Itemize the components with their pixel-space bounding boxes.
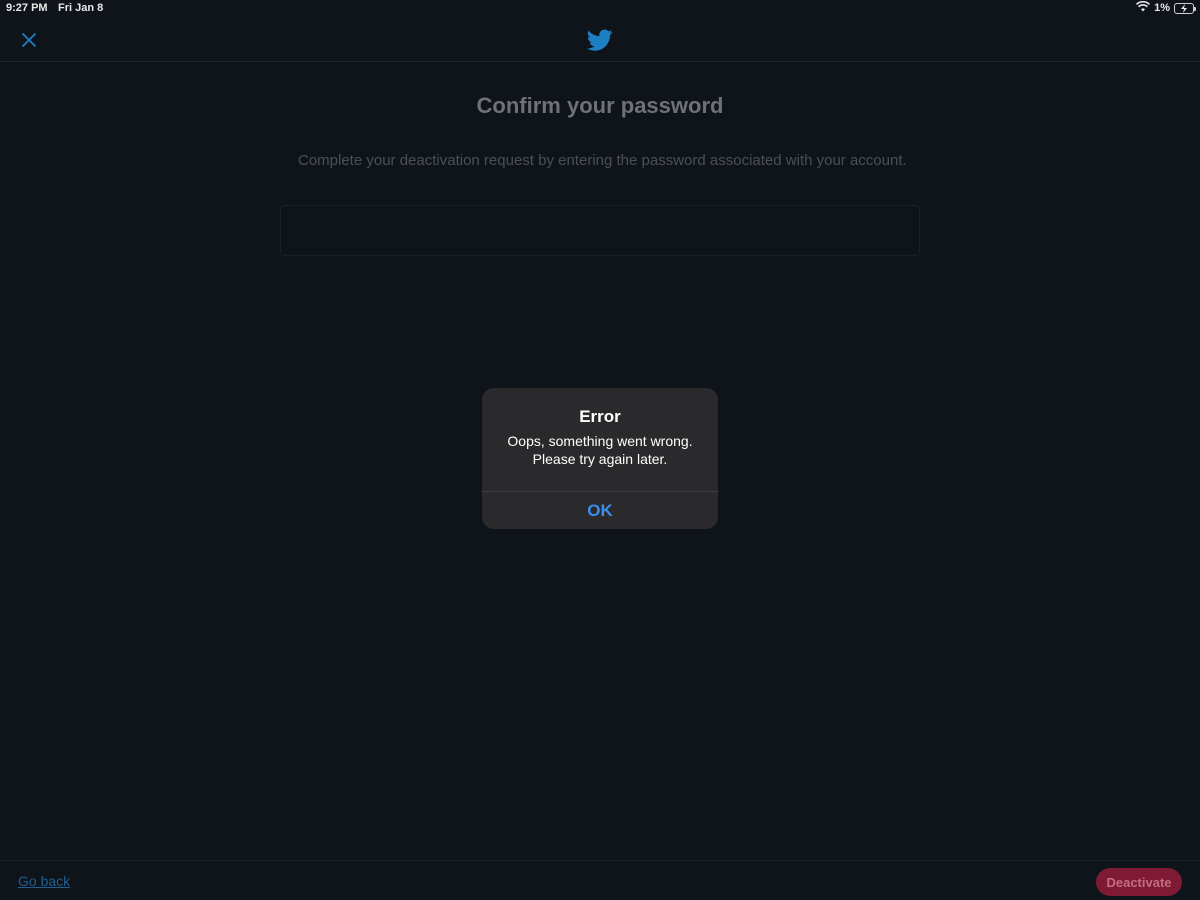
header [0,18,1200,62]
page-description: Complete your deactivation request by en… [298,152,907,169]
close-icon [22,33,36,47]
battery-icon [1174,2,1196,14]
close-button[interactable] [16,27,42,53]
twitter-bird-icon [587,29,613,51]
password-field[interactable] [280,205,920,256]
page-title: Confirm your password [476,93,724,118]
footer: Go back Deactivate [0,860,1200,900]
wifi-icon [1136,0,1151,15]
alert-title: Error [579,407,621,426]
error-alert: Error Oops, something went wrong. Please… [482,388,718,529]
battery-percent: 1% [1154,2,1170,14]
status-date: Fri Jan 8 [58,2,104,14]
status-time: 9:27 PM [6,2,48,14]
screen: 9:27 PM Fri Jan 8 1% Confirm your passwo… [0,0,1200,900]
status-indicators: 1% [1136,0,1196,15]
alert-message: Oops, something went wrong. Please try a… [507,433,693,467]
status-bar: 9:27 PM Fri Jan 8 1% [0,0,1200,18]
deactivate-button[interactable]: Deactivate [1096,868,1182,896]
alert-ok-button[interactable]: OK [482,491,718,529]
go-back-link[interactable]: Go back [18,873,70,889]
